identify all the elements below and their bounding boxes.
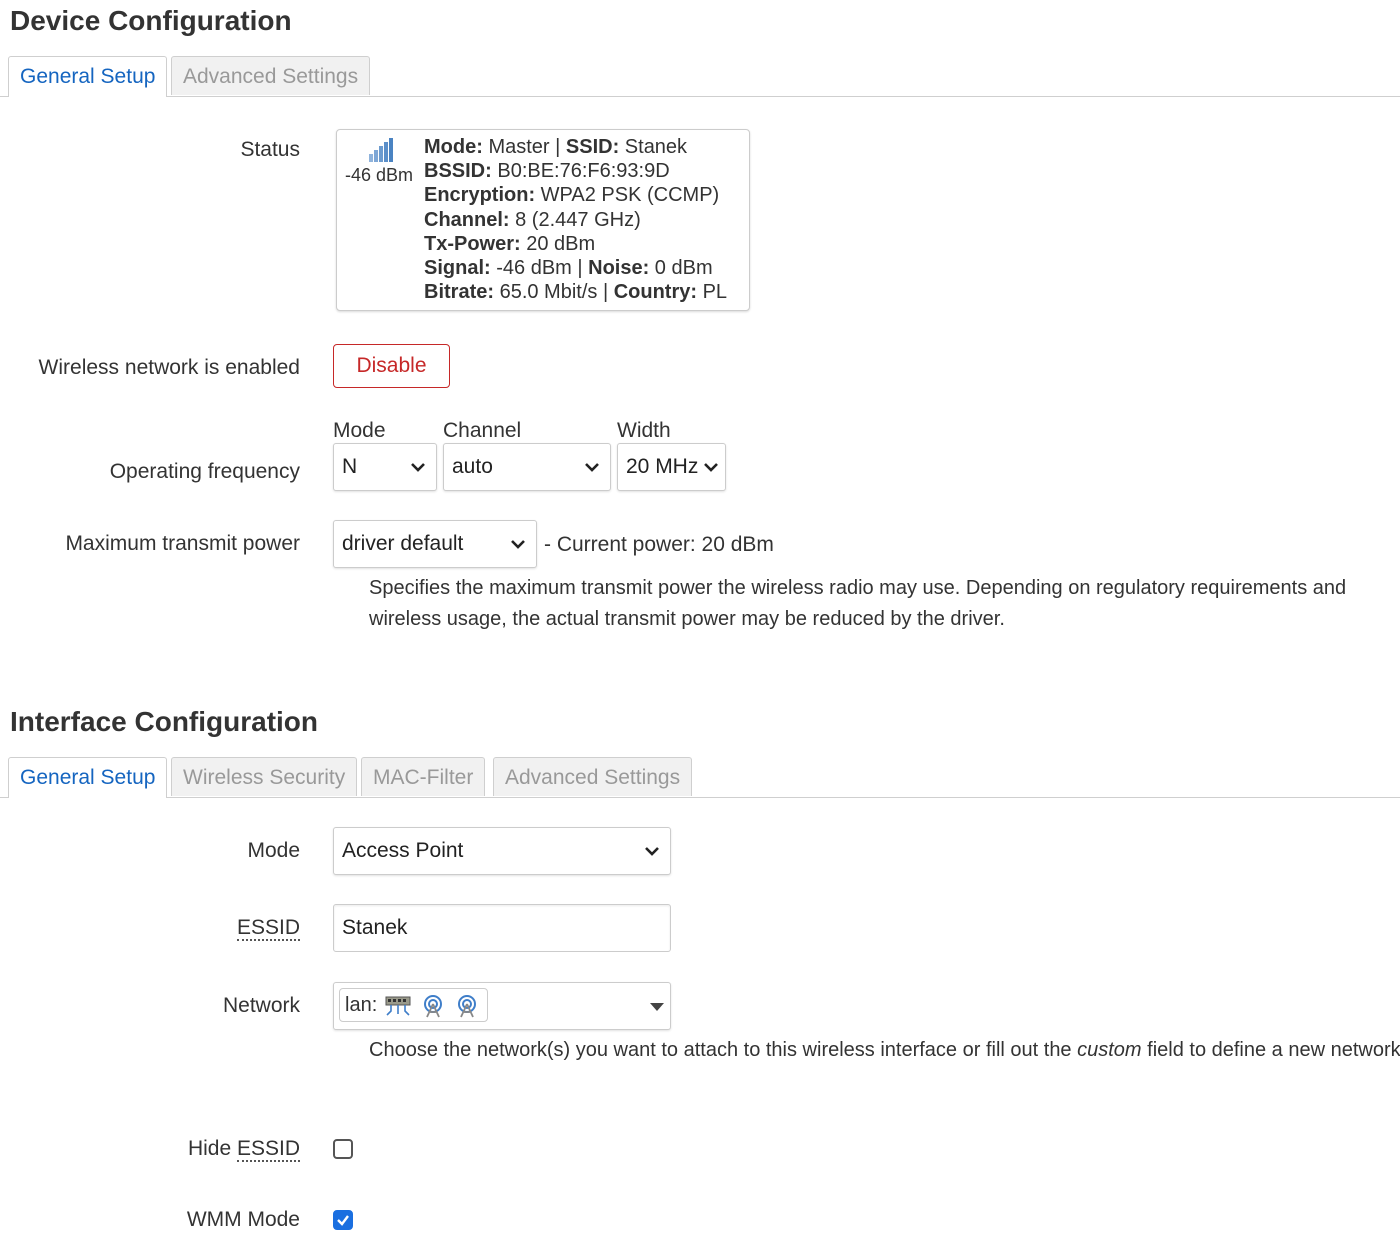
status-key: Bitrate: [424, 281, 495, 304]
tab-device-advanced-settings[interactable]: Advanced Settings [171, 56, 371, 95]
width-sublabel: Width [617, 419, 671, 442]
status-line: Bitrate: 65.0 Mbit/s | Country: PL [424, 280, 727, 304]
device-config-title: Device Configuration [10, 5, 292, 36]
caret-down-icon [650, 1003, 664, 1011]
signal-dbm-text: -46 dBm [345, 165, 414, 185]
iface-mode-select-value: Access Point [342, 839, 464, 862]
status-key: Noise: [588, 257, 650, 280]
status-details: Mode: Master | SSID: Stanek BSSID: B0:BE:… [424, 135, 727, 304]
status-key: Signal: [424, 257, 491, 280]
width-select[interactable]: 20 MHz [617, 443, 726, 491]
status-value: B0:BE:76:F6:93:9D [491, 160, 670, 183]
transmit-power-select[interactable]: driver default [333, 520, 537, 568]
hide-essid-checkbox[interactable] [333, 1139, 353, 1159]
ethernet-switch-icon [385, 996, 411, 1016]
mode-sublabel: Mode [333, 419, 386, 442]
network-help-text-end: field to define a new network. [1141, 1039, 1400, 1061]
status-key: Encryption: [424, 184, 536, 207]
tab-iface-advanced-settings[interactable]: Advanced Settings [493, 757, 693, 796]
operating-frequency-label: Operating frequency [109, 460, 300, 483]
status-line: Tx-Power: 20 dBm [424, 232, 727, 256]
status-line: Mode: Master | SSID: Stanek [424, 135, 727, 159]
channel-select-value: auto [452, 455, 493, 478]
status-value: 8 (2.447 GHz) [509, 208, 641, 231]
disable-button[interactable]: Disable [333, 344, 450, 388]
hide-essid-prefix: Hide [187, 1137, 237, 1160]
current-power-text: - Current power: 20 dBm [544, 533, 774, 556]
channel-sublabel: Channel [443, 419, 522, 442]
status-value: 0 dBm [649, 257, 713, 280]
status-key: Tx-Power: [424, 232, 521, 255]
status-value: 65.0 Mbit/s | [494, 281, 614, 304]
network-help-text: Choose the network(s) you want to attach… [369, 1039, 1078, 1061]
tab-device-general-setup[interactable]: General Setup [8, 56, 168, 97]
tab-iface-general-setup[interactable]: General Setup [8, 757, 168, 798]
chevron-down-icon [411, 463, 425, 472]
network-help: Choose the network(s) you want to attach… [369, 1035, 1400, 1066]
status-key: BSSID: [424, 160, 492, 183]
network-chip-label: lan: [345, 994, 378, 1016]
wifi-antenna-icon [424, 995, 442, 1018]
status-key: SSID: [565, 136, 620, 158]
chevron-down-icon [511, 540, 525, 549]
mode-select-value: N [342, 455, 358, 478]
status-value: Master | [482, 136, 566, 158]
iface-mode-select[interactable]: Access Point [333, 827, 671, 875]
status-key: Mode: [424, 136, 483, 158]
status-value: WPA2 PSK (CCMP) [535, 184, 720, 207]
status-key: Channel: [424, 208, 510, 231]
chevron-down-icon [585, 463, 599, 472]
mode-select[interactable]: N [333, 443, 437, 491]
tab-iface-wireless-security[interactable]: Wireless Security [171, 757, 358, 796]
transmit-power-select-value: driver default [342, 532, 464, 555]
status-value: Stanek [619, 136, 688, 158]
wmm-mode-label: WMM Mode [186, 1208, 300, 1231]
status-label: Status [240, 138, 300, 161]
status-box: -46 dBm Mode: Master | SSID: Stanek BSSID… [336, 129, 750, 311]
essid-label: ESSID [236, 916, 300, 941]
status-line: Signal: -46 dBm | Noise: 0 dBm [424, 256, 727, 280]
max-transmit-power-label: Maximum transmit power [65, 532, 300, 555]
network-label: Network [222, 994, 300, 1017]
network-chip-lan[interactable]: lan: [339, 988, 488, 1022]
device-tabs: General Setup Advanced Settings [0, 56, 1400, 97]
hide-essid-label: Hide ESSID [187, 1137, 300, 1162]
essid-input[interactable]: Stanek [333, 904, 671, 952]
status-value: -46 dBm | [490, 257, 589, 280]
status-line: Channel: 8 (2.447 GHz) [424, 208, 727, 232]
wireless-enabled-label: Wireless network is enabled [38, 356, 300, 379]
width-select-value: 20 MHz [626, 455, 699, 478]
tab-iface-mac-filter[interactable]: MAC-Filter [361, 757, 486, 796]
hide-essid-abbr: ESSID [236, 1137, 300, 1162]
interface-config-title: Interface Configuration [10, 706, 319, 737]
status-value: 20 dBm [520, 232, 596, 255]
essid-abbr: ESSID [236, 916, 300, 941]
status-value: PL [697, 281, 728, 304]
channel-select[interactable]: auto [443, 443, 611, 491]
wmm-mode-checkbox[interactable] [333, 1210, 353, 1230]
chevron-down-icon [704, 463, 718, 472]
iface-mode-label: Mode [247, 839, 300, 862]
interface-tabs: General Setup Wireless Security MAC-Filt… [0, 757, 1400, 798]
status-line: Encryption: WPA2 PSK (CCMP) [424, 183, 727, 207]
chevron-down-icon [645, 847, 659, 856]
transmit-power-help: Specifies the maximum transmit power the… [369, 577, 1347, 630]
signal-strength-icon [369, 138, 393, 162]
status-line: BSSID: B0:BE:76:F6:93:9D [424, 159, 727, 183]
checkmark-icon [337, 1215, 349, 1226]
status-key: Country: [613, 281, 698, 304]
wifi-antenna-icon [458, 995, 476, 1018]
network-help-custom: custom [1077, 1039, 1142, 1061]
